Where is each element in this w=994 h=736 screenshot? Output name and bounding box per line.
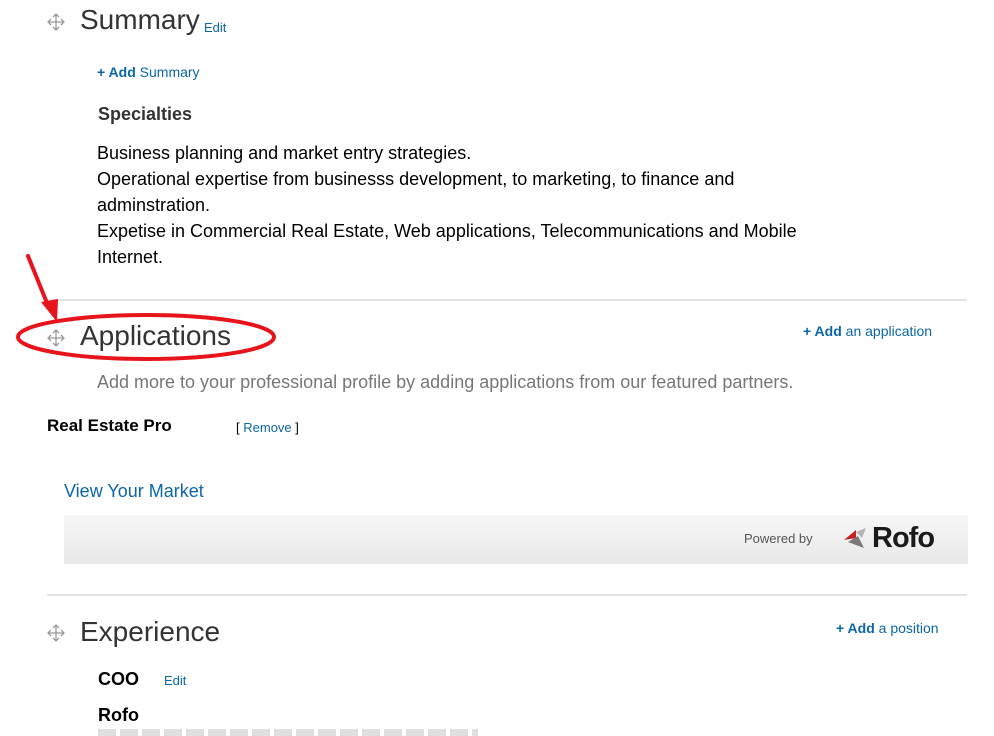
- add-application-link[interactable]: + Add an application: [803, 323, 932, 339]
- section-divider: [47, 299, 967, 301]
- company-subtitle-cut: [98, 729, 478, 736]
- add-position-plus: + Add: [836, 620, 875, 636]
- add-application-plus: + Add: [803, 323, 842, 339]
- move-arrows-icon[interactable]: [46, 623, 66, 643]
- specialties-line: Expetise in Commercial Real Estate, Web …: [97, 221, 797, 241]
- remove-application[interactable]: [ Remove ]: [236, 420, 299, 435]
- experience-title: Experience: [80, 616, 221, 647]
- add-position-text: a position: [874, 620, 939, 636]
- add-summary-text: Summary: [135, 64, 200, 80]
- powered-by-text: Powered by: [744, 531, 813, 546]
- position-edit-link[interactable]: Edit: [164, 673, 186, 688]
- remove-bracket-open: [: [236, 420, 240, 435]
- remove-bracket-close: ]: [295, 420, 299, 435]
- powered-by-bar: Powered by Rofo: [64, 515, 968, 564]
- specialties-line: Internet.: [97, 247, 164, 267]
- remove-application-link[interactable]: Remove: [243, 420, 291, 435]
- add-position-link[interactable]: + Add a position: [836, 620, 939, 636]
- add-summary-plus: + Add: [97, 64, 136, 80]
- position-title: COO: [98, 669, 140, 689]
- red-ellipse-highlight: [16, 313, 276, 361]
- add-application-text: an application: [841, 323, 933, 339]
- view-your-market-link[interactable]: View Your Market: [64, 481, 204, 502]
- rofo-brand-text: Rofo: [872, 522, 935, 554]
- specialties-text: Business planning and market entry strat…: [97, 140, 957, 270]
- applications-description: Add more to your professional profile by…: [97, 372, 794, 392]
- specialties-line: Operational expertise from businesss dev…: [97, 169, 735, 189]
- section-divider: [47, 594, 967, 596]
- specialties-line: adminstration.: [97, 195, 211, 215]
- add-summary-link[interactable]: + Add Summary: [97, 64, 200, 80]
- rofo-logo-icon: [844, 528, 866, 548]
- company-name: Rofo: [98, 705, 139, 725]
- move-arrows-icon[interactable]: [46, 12, 66, 32]
- specialties-heading: Specialties: [98, 104, 193, 124]
- application-name: Real Estate Pro: [47, 416, 172, 435]
- specialties-line: Business planning and market entry strat…: [97, 143, 472, 163]
- summary-edit-link[interactable]: Edit: [204, 20, 226, 35]
- summary-title: Summary: [80, 4, 200, 35]
